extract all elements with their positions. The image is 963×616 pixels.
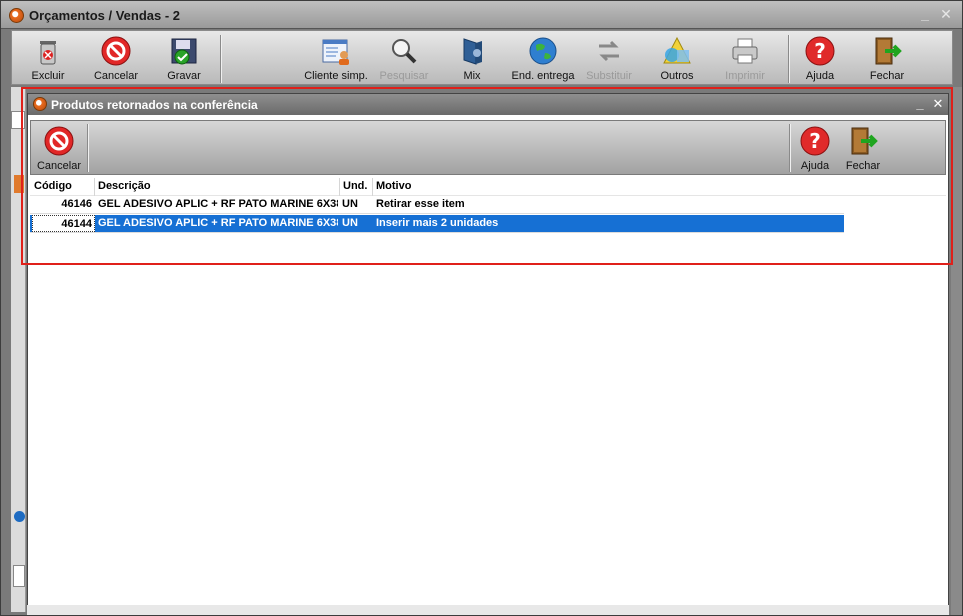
- column-header-code[interactable]: Código: [34, 180, 72, 192]
- print-button[interactable]: Imprimir: [720, 33, 770, 85]
- simple-client-label: Cliente simp.: [304, 70, 368, 82]
- background-field: [13, 565, 25, 587]
- column-divider: [339, 178, 340, 196]
- toolbar-separator: [789, 124, 791, 172]
- column-header-unit[interactable]: Und.: [343, 180, 367, 192]
- book-icon: [463, 38, 482, 65]
- cell-code: 46144: [32, 215, 95, 232]
- simple-client-button[interactable]: Cliente simp.: [304, 33, 368, 85]
- help-icon: ?: [800, 126, 830, 156]
- returned-products-grid[interactable]: Código Descrição Und. Motivo 46146 GEL A…: [30, 178, 946, 268]
- mix-label: Mix: [463, 70, 481, 82]
- main-titlebar[interactable]: Orçamentos / Vendas - 2 _ ✕: [1, 1, 962, 29]
- returned-products-dialog: Produtos retornados na conferência _ ✕ C…: [27, 93, 949, 615]
- background-field: [11, 111, 25, 129]
- save-label: Gravar: [167, 70, 201, 82]
- dialog-cancel-button[interactable]: Cancelar: [35, 123, 83, 175]
- help-icon: ?: [805, 36, 835, 66]
- background-form-edge: [11, 87, 26, 612]
- dialog-help-label: Ajuda: [800, 160, 830, 172]
- client-card-icon: [322, 39, 349, 65]
- cancel-icon: [44, 126, 74, 156]
- column-divider: [372, 178, 373, 196]
- svg-text:?: ?: [814, 39, 826, 63]
- main-window: Orçamentos / Vendas - 2 _ ✕ Excluir Canc…: [0, 0, 963, 616]
- dialog-close-window-button[interactable]: Fechar: [841, 123, 885, 175]
- replace-button[interactable]: Substituir: [584, 33, 634, 85]
- table-row-selected[interactable]: 46144 GEL ADESIVO APLIC + RF PATO MARINE…: [30, 215, 844, 233]
- trash-icon: [40, 41, 56, 65]
- cancel-icon: [101, 36, 131, 66]
- delivery-address-label: End. entrega: [511, 70, 575, 82]
- cell-reason: Inserir mais 2 unidades: [376, 217, 499, 229]
- background-tab: [14, 175, 24, 193]
- delete-button[interactable]: Excluir: [22, 33, 74, 85]
- column-divider: [94, 178, 95, 196]
- minimize-button[interactable]: _: [916, 5, 934, 23]
- dialog-close-window-label: Fechar: [845, 160, 881, 172]
- cell-unit: UN: [342, 217, 358, 229]
- cancel-label: Cancelar: [93, 70, 139, 82]
- dialog-minimize-button[interactable]: _: [912, 95, 928, 113]
- cell-description: GEL ADESIVO APLIC + RF PATO MARINE 6X380: [98, 198, 338, 210]
- save-button[interactable]: Gravar: [156, 33, 212, 85]
- save-icon: [171, 38, 197, 65]
- grid-header: Código Descrição Und. Motivo: [30, 178, 946, 196]
- dialog-titlebar[interactable]: Produtos retornados na conferência _ ✕: [28, 94, 948, 115]
- swap-icon: [599, 40, 619, 62]
- background-label: [17, 531, 25, 541]
- mix-button[interactable]: Mix: [452, 33, 492, 85]
- replace-label: Substituir: [586, 70, 632, 82]
- exit-door-icon: [875, 37, 902, 65]
- shapes-icon: [663, 36, 691, 64]
- exit-door-icon: [851, 127, 878, 155]
- dialog-logo-icon: [33, 97, 47, 111]
- cell-reason: Retirar esse item: [376, 198, 465, 210]
- svg-text:?: ?: [809, 129, 821, 153]
- search-icon: [392, 39, 417, 64]
- dialog-toolbar: Cancelar ? Ajuda Fechar: [30, 120, 946, 175]
- toolbar-separator: [220, 35, 222, 83]
- cancel-button[interactable]: Cancelar: [88, 33, 144, 85]
- printer-icon: [732, 38, 758, 64]
- others-label: Outros: [660, 70, 694, 82]
- background-indicator: [14, 511, 25, 522]
- dialog-close-button[interactable]: ✕: [930, 95, 946, 113]
- globe-icon: [529, 37, 557, 65]
- toolbar-separator: [87, 124, 89, 172]
- others-button[interactable]: Outros: [654, 33, 700, 85]
- print-label: Imprimir: [725, 70, 765, 82]
- close-window-button[interactable]: Fechar: [864, 33, 910, 85]
- cell-description: GEL ADESIVO APLIC + RF PATO MARINE 6X380: [98, 217, 338, 229]
- help-button[interactable]: ? Ajuda: [800, 33, 840, 85]
- search-label: Pesquisar: [379, 70, 429, 82]
- app-logo-icon: [9, 8, 24, 23]
- column-header-reason[interactable]: Motivo: [376, 180, 411, 192]
- delivery-address-button[interactable]: End. entrega: [508, 33, 578, 85]
- close-window-label: Fechar: [869, 70, 905, 82]
- toolbar-separator: [788, 35, 790, 83]
- main-toolbar: Excluir Cancelar Gravar Cliente simp. Pe…: [11, 30, 953, 85]
- right-edge: [951, 87, 962, 615]
- dialog-title: Produtos retornados na conferência: [51, 98, 258, 112]
- column-header-description[interactable]: Descrição: [98, 180, 151, 192]
- window-title: Orçamentos / Vendas - 2: [29, 8, 181, 23]
- table-row[interactable]: 46146 GEL ADESIVO APLIC + RF PATO MARINE…: [30, 196, 844, 214]
- background-status-strip: [27, 605, 949, 615]
- cell-code: 46146: [61, 198, 92, 210]
- cell-unit: UN: [342, 198, 358, 210]
- help-label: Ajuda: [805, 70, 835, 82]
- delete-label: Excluir: [31, 70, 65, 82]
- close-button[interactable]: ✕: [937, 5, 955, 23]
- dialog-cancel-label: Cancelar: [36, 160, 82, 172]
- dialog-help-button[interactable]: ? Ajuda: [795, 123, 835, 175]
- search-button[interactable]: Pesquisar: [374, 33, 434, 85]
